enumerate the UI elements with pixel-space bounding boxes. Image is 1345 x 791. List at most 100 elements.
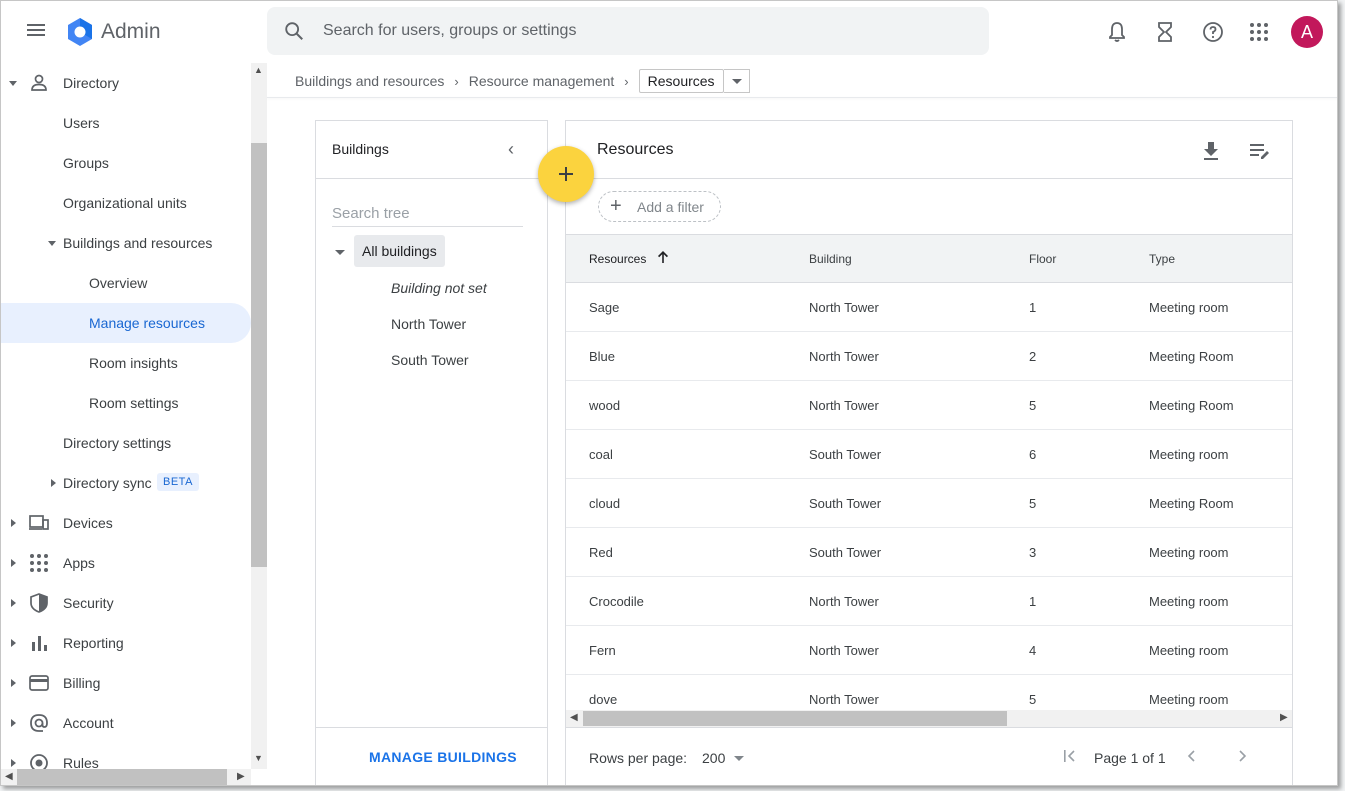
chevron-right-icon[interactable] [11, 519, 16, 527]
sidebar-horizontal-scrollbar[interactable]: ◀ ▶ [1, 769, 251, 785]
hourglass-tasks-icon[interactable] [1153, 20, 1177, 44]
previous-page-icon[interactable] [1182, 746, 1202, 766]
sidebar-item-buildings-and-resources[interactable]: Buildings and resources [1, 223, 251, 263]
sidebar-item-groups[interactable]: Groups [1, 143, 251, 183]
sidebar-item-manage-resources[interactable]: Manage resources [1, 303, 251, 343]
cell-resource-name[interactable]: dove [589, 692, 617, 707]
table-row[interactable]: coal South Tower 6 Meeting room [566, 430, 1292, 479]
search-input[interactable] [323, 19, 963, 43]
add-resource-fab-button[interactable] [538, 146, 594, 202]
scroll-down-icon[interactable]: ▼ [254, 753, 263, 763]
sidebar-item-directory-settings[interactable]: Directory settings [1, 423, 251, 463]
column-header-resources[interactable]: Resources [589, 252, 646, 266]
sidebar-item-room-insights[interactable]: Room insights [1, 343, 251, 383]
cell-resource-name[interactable]: Crocodile [589, 594, 644, 609]
cell-resource-name[interactable]: coal [589, 447, 613, 462]
tree-item-south-tower[interactable]: South Tower [391, 352, 469, 368]
rows-per-page-select[interactable]: 200 [702, 750, 725, 766]
table-row[interactable]: cloud South Tower 5 Meeting Room [566, 479, 1292, 528]
table-horizontal-scrollbar[interactable]: ◀ ▶ [566, 710, 1292, 727]
chevron-right-icon[interactable] [11, 679, 16, 687]
table-row[interactable]: Red South Tower 3 Meeting room [566, 528, 1292, 577]
bar-chart-icon [32, 636, 47, 651]
scroll-right-icon[interactable]: ▶ [237, 771, 245, 782]
chevron-down-icon[interactable] [48, 241, 56, 246]
scroll-left-icon[interactable]: ◀ [5, 771, 13, 782]
first-page-icon[interactable] [1060, 746, 1080, 766]
scrollbar-thumb[interactable] [583, 711, 1007, 726]
add-filter-button[interactable]: + Add a filter [598, 191, 721, 222]
cell-resource-name[interactable]: Sage [589, 300, 619, 315]
apps-grid-icon[interactable] [1247, 20, 1271, 44]
sidebar-item-reporting[interactable]: Reporting [1, 623, 251, 663]
chevron-down-icon[interactable] [734, 756, 744, 761]
cell-resource-name[interactable]: Fern [589, 643, 616, 658]
sidebar-item-apps[interactable]: Apps [1, 543, 251, 583]
sidebar-item-room-settings[interactable]: Room settings [1, 383, 251, 423]
table-header: Resources Building Floor Type [566, 234, 1292, 283]
manage-columns-icon[interactable] [1248, 139, 1270, 161]
sidebar-item-account[interactable]: Account [1, 703, 251, 743]
tree-item-building-not-set[interactable]: Building not set [391, 280, 487, 296]
cell-resource-name[interactable]: Blue [589, 349, 615, 364]
cell-resource-name[interactable]: wood [589, 398, 620, 413]
scroll-right-icon[interactable]: ▶ [1280, 712, 1288, 723]
scroll-up-icon[interactable]: ▲ [254, 65, 263, 75]
chevron-down-icon[interactable] [9, 81, 17, 86]
table-row[interactable]: wood North Tower 5 Meeting Room [566, 381, 1292, 430]
sidebar-item-devices[interactable]: Devices [1, 503, 251, 543]
cell-building: North Tower [809, 300, 879, 315]
table-row[interactable]: Sage North Tower 1 Meeting room [566, 283, 1292, 332]
chevron-right-icon[interactable] [11, 599, 16, 607]
sidebar-item-organizational-units[interactable]: Organizational units [1, 183, 251, 223]
scrollbar-thumb[interactable] [17, 769, 227, 785]
cell-resource-name[interactable]: Red [589, 545, 613, 560]
sidebar-item-overview[interactable]: Overview [1, 263, 251, 303]
search-bar[interactable] [267, 7, 989, 55]
column-header-type[interactable]: Type [1149, 252, 1175, 266]
next-page-icon[interactable] [1232, 746, 1252, 766]
account-avatar[interactable]: A [1291, 16, 1323, 48]
sidebar-item-rules[interactable]: Rules [1, 743, 251, 769]
breadcrumb-dropdown-button[interactable] [723, 69, 750, 93]
cell-floor: 1 [1029, 300, 1037, 315]
column-header-building[interactable]: Building [809, 252, 852, 266]
breadcrumb-buildings-and-resources[interactable]: Buildings and resources [295, 73, 444, 89]
chevron-right-icon[interactable] [11, 719, 16, 727]
chevron-right-icon[interactable] [51, 479, 56, 487]
cell-resource-name[interactable]: cloud [589, 496, 620, 511]
sort-ascending-icon[interactable] [655, 249, 671, 265]
scroll-left-icon[interactable]: ◀ [570, 712, 578, 723]
tree-item-north-tower[interactable]: North Tower [391, 316, 466, 332]
sidebar-item-directory[interactable]: Directory [1, 63, 251, 103]
tree-item-all-buildings[interactable]: All buildings [354, 235, 445, 267]
search-tree-input[interactable] [332, 201, 523, 227]
breadcrumb-resource-management[interactable]: Resource management [469, 73, 615, 89]
sidebar-item-directory-sync[interactable]: Directory sync BETA [1, 463, 251, 503]
sidebar-vertical-scrollbar[interactable]: ▲ ▼ [251, 63, 267, 769]
chevron-right-icon[interactable] [11, 639, 16, 647]
search-icon[interactable] [283, 20, 305, 42]
chevron-down-icon[interactable] [335, 250, 345, 255]
sidebar-item-billing[interactable]: Billing [1, 663, 251, 703]
download-icon[interactable] [1200, 139, 1222, 161]
sidebar-item-users[interactable]: Users [1, 103, 251, 143]
sidebar-item-label: Account [63, 715, 114, 731]
cell-type: Meeting room [1149, 643, 1229, 658]
sidebar-item-security[interactable]: Security [1, 583, 251, 623]
shield-icon [30, 593, 48, 613]
table-row[interactable]: Blue North Tower 2 Meeting Room [566, 332, 1292, 381]
scrollbar-thumb[interactable] [251, 143, 267, 567]
notifications-bell-icon[interactable] [1105, 20, 1129, 44]
help-icon[interactable] [1201, 20, 1225, 44]
collapse-panel-icon[interactable]: ‹ [508, 139, 514, 160]
column-header-floor[interactable]: Floor [1029, 252, 1056, 266]
sidebar-item-label: Reporting [63, 635, 124, 651]
table-row[interactable]: Crocodile North Tower 1 Meeting room [566, 577, 1292, 626]
manage-buildings-button[interactable]: MANAGE BUILDINGS [369, 749, 517, 765]
table-row[interactable]: Fern North Tower 4 Meeting room [566, 626, 1292, 675]
breadcrumb-current[interactable]: Resources [638, 69, 724, 93]
chevron-right-icon[interactable] [11, 559, 16, 567]
main-menu-icon[interactable] [25, 21, 47, 43]
chevron-right-icon[interactable] [11, 759, 16, 767]
